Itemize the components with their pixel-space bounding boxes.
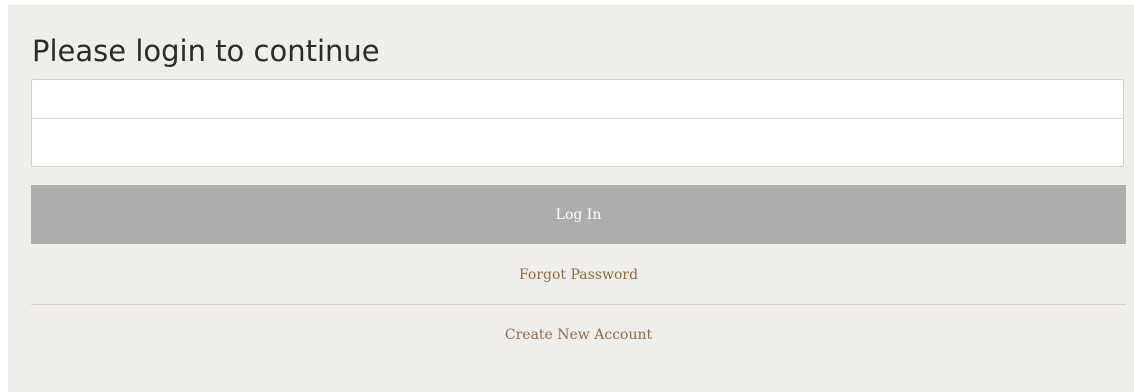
divider (31, 304, 1126, 305)
password-field[interactable] (32, 119, 1123, 166)
create-account-link[interactable]: Create New Account (31, 325, 1126, 345)
login-panel: Please login to continue Log In Forgot P… (8, 5, 1134, 392)
username-field[interactable] (32, 80, 1123, 119)
forgot-password-link[interactable]: Forgot Password (31, 265, 1126, 285)
login-button[interactable]: Log In (31, 185, 1126, 244)
login-fields (31, 79, 1124, 167)
page-title: Please login to continue (32, 34, 380, 68)
